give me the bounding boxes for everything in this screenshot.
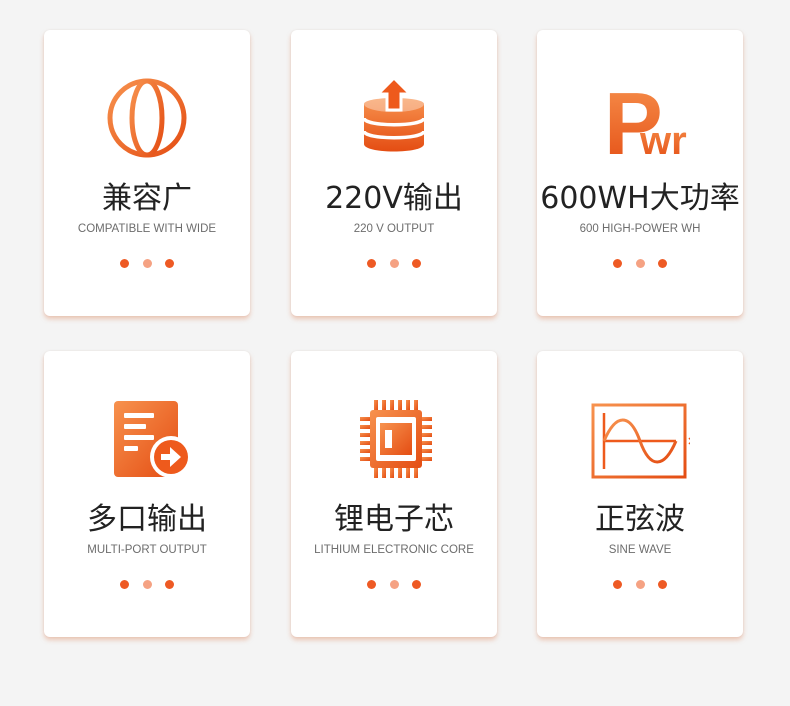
feature-card-sine: 正弦波 SINE WAVE <box>537 351 743 637</box>
feature-grid: 兼容广 COMPATIBLE WITH WIDE 220V输出 220 V OU… <box>0 0 790 706</box>
dot <box>613 580 622 589</box>
dot-indicator <box>537 259 743 269</box>
dot <box>120 259 129 268</box>
dot <box>367 259 376 268</box>
card-title: 锂电子芯 <box>334 502 454 537</box>
sine-wave-icon <box>590 395 690 483</box>
feature-card-220v: 220V输出 220 V OUTPUT <box>291 30 497 316</box>
pwr-icon: P wr <box>590 74 690 162</box>
feature-card-compatible: 兼容广 COMPATIBLE WITH WIDE <box>44 30 250 316</box>
dot-indicator <box>291 259 497 269</box>
globe-icon <box>97 74 197 162</box>
dot-indicator <box>291 580 497 590</box>
card-subtitle: LITHIUM ELECTRONIC CORE <box>314 544 474 556</box>
feature-card-lithium: 锂电子芯 LITHIUM ELECTRONIC CORE <box>291 351 497 637</box>
dot <box>165 259 174 268</box>
dot-indicator <box>537 580 743 590</box>
card-subtitle: 220 V OUTPUT <box>353 223 435 235</box>
card-title: 220V输出 <box>325 181 463 216</box>
chip-icon <box>344 395 444 483</box>
dot <box>613 259 622 268</box>
database-upload-icon <box>344 74 444 162</box>
card-subtitle: SINE WAVE <box>608 544 672 556</box>
dot <box>367 580 376 589</box>
feature-card-multiport: 多口输出 MULTI-PORT OUTPUT <box>44 351 250 637</box>
card-title: 正弦波 <box>595 502 685 537</box>
dot <box>636 580 645 589</box>
card-title: 600WH大功率 <box>540 181 740 216</box>
dot <box>658 259 667 268</box>
card-title: 多口输出 <box>87 502 207 537</box>
card-subtitle: 600 HIGH-POWER WH <box>579 223 701 235</box>
card-subtitle: COMPATIBLE WITH WIDE <box>77 223 217 235</box>
dot <box>120 580 129 589</box>
dot-indicator <box>44 580 250 590</box>
dot <box>143 580 152 589</box>
feature-card-600wh: P wr 600WH大功率 600 HIGH-POWER WH <box>537 30 743 316</box>
dot <box>658 580 667 589</box>
card-subtitle: MULTI-PORT OUTPUT <box>87 544 207 556</box>
dot-indicator <box>44 259 250 269</box>
dot <box>412 259 421 268</box>
dot <box>636 259 645 268</box>
dot <box>165 580 174 589</box>
dot <box>412 580 421 589</box>
card-title: 兼容广 <box>102 181 192 216</box>
dot <box>143 259 152 268</box>
document-arrow-icon <box>97 395 197 483</box>
pwr-letters-wr: wr <box>639 119 687 162</box>
dot <box>390 259 399 268</box>
dot <box>390 580 399 589</box>
